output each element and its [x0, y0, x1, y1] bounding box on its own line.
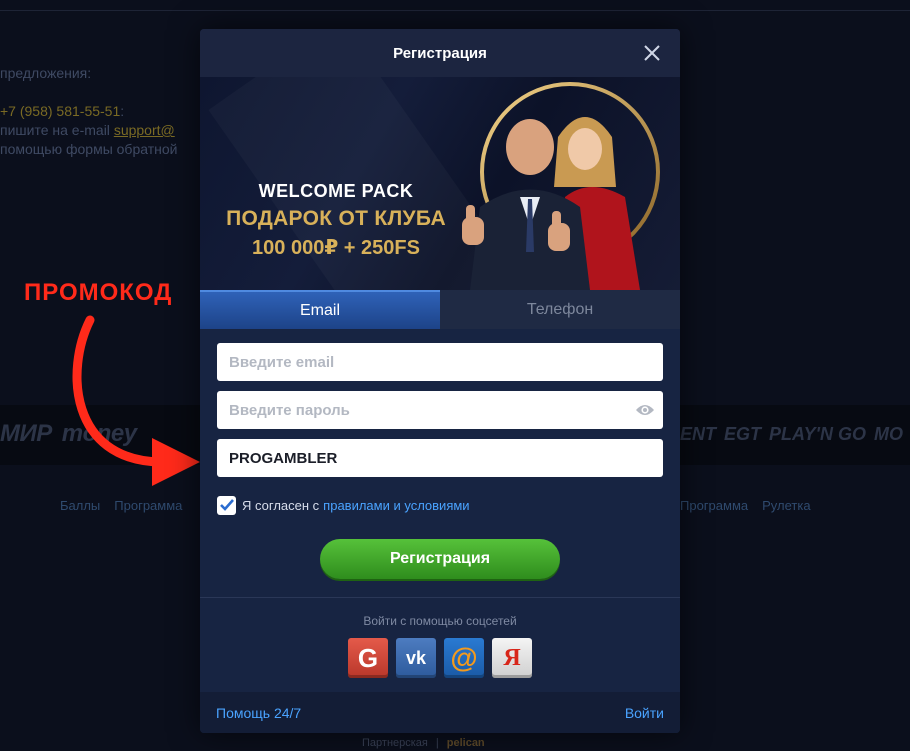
agree-text: Я согласен с [242, 497, 320, 513]
welcome-banner: WELCOME PACK ПОДАРОК ОТ КЛУБА 100 000₽ +… [200, 77, 680, 290]
tab-phone[interactable]: Телефон [440, 290, 680, 329]
close-icon[interactable] [642, 43, 662, 63]
banner-line-bonus: 100 000₽ + 250FS [252, 237, 420, 259]
provider-logo-mo: MO [873, 424, 903, 444]
help-link[interactable]: Помощь 24/7 [216, 705, 301, 721]
contact-form-text: помощью формы обратной [0, 141, 178, 157]
yandex-login-button[interactable]: Я [492, 638, 532, 678]
partner-link[interactable]: Партнерская [362, 737, 428, 749]
contact-email-link[interactable]: support@ [114, 122, 175, 138]
footer-link-program-2[interactable]: Программа [680, 498, 748, 513]
page-top-divider [0, 10, 910, 11]
footer-links-left: Баллы Программа [60, 498, 196, 513]
pelican-logo: pelican [446, 737, 485, 749]
social-login-title: Войти с помощью соцсетей [363, 614, 517, 628]
provider-logo-egt: EGT [724, 424, 762, 444]
google-login-button[interactable]: G [348, 638, 388, 678]
banner-line-welcome: WELCOME PACK [258, 181, 414, 201]
vk-login-button[interactable]: vk [396, 638, 436, 678]
provider-logos-right: ENT EGT PLAY'N GO MO [680, 424, 910, 445]
footer-link-program[interactable]: Программа [114, 498, 182, 513]
red-arrow-icon [72, 315, 200, 486]
vk-icon: vk [405, 647, 427, 668]
modal-header: Регистрация [200, 29, 680, 77]
offers-label: предложения: [0, 65, 92, 81]
agree-checkbox[interactable] [217, 495, 236, 515]
google-icon: G [357, 642, 379, 673]
contact-phone[interactable]: +7 (958) 581-55-51 [0, 103, 120, 119]
checkmark-icon [219, 499, 234, 511]
yandex-icon: Я [503, 644, 521, 671]
contact-info: предложения: +7 (958) 581-55-51: пишите … [0, 65, 178, 157]
password-field[interactable] [229, 391, 651, 429]
modal-footer: Помощь 24/7 Войти [200, 692, 680, 733]
contact-email-prefix: пишите на e-mail [0, 122, 110, 138]
provider-logo-ent: ENT [680, 424, 716, 444]
registration-form: Я согласен с правилами и условиями Регис… [200, 329, 680, 579]
payment-logo-mir: МИР [0, 420, 52, 447]
footer-links-right: Программа Рулетка [680, 498, 825, 513]
email-field-wrapper [217, 343, 663, 381]
banner-line-gift: ПОДАРОК ОТ КЛУБА [226, 207, 446, 230]
mailru-login-button[interactable]: @ [444, 638, 484, 678]
partner-separator: | [435, 737, 439, 749]
terms-link[interactable]: правилами и условиями [323, 498, 469, 513]
social-buttons: G vk @ Я [200, 638, 680, 678]
modal-title: Регистрация [393, 44, 487, 62]
provider-logo-playngo: PLAY'N GO [769, 424, 866, 444]
mailru-icon: @ [450, 642, 478, 673]
promocode-field-wrapper [217, 439, 663, 477]
register-button[interactable]: Регистрация [320, 539, 560, 579]
eye-icon[interactable] [635, 402, 655, 418]
promocode-annotation-label: ПРОМОКОД [24, 279, 173, 306]
banner-promo-image [462, 82, 660, 290]
partner-footer: Партнерская | pelican [362, 737, 485, 749]
registration-tabs: Email Телефон [200, 290, 680, 329]
email-field[interactable] [229, 343, 651, 381]
registration-modal: Регистрация WELCOME PACK ПОДАРОК ОТ КЛУБ… [200, 29, 680, 733]
footer-link-roulette[interactable]: Рулетка [762, 498, 810, 513]
agree-row: Я согласен с правилами и условиями [217, 495, 663, 515]
social-login: Войти с помощью соцсетей G vk @ Я [200, 597, 680, 692]
footer-link-points[interactable]: Баллы [60, 498, 100, 513]
submit-wrap: Регистрация [217, 539, 663, 579]
tab-email[interactable]: Email [200, 290, 440, 329]
password-field-wrapper [217, 391, 663, 429]
promocode-field[interactable] [229, 439, 651, 477]
login-link[interactable]: Войти [625, 705, 664, 721]
